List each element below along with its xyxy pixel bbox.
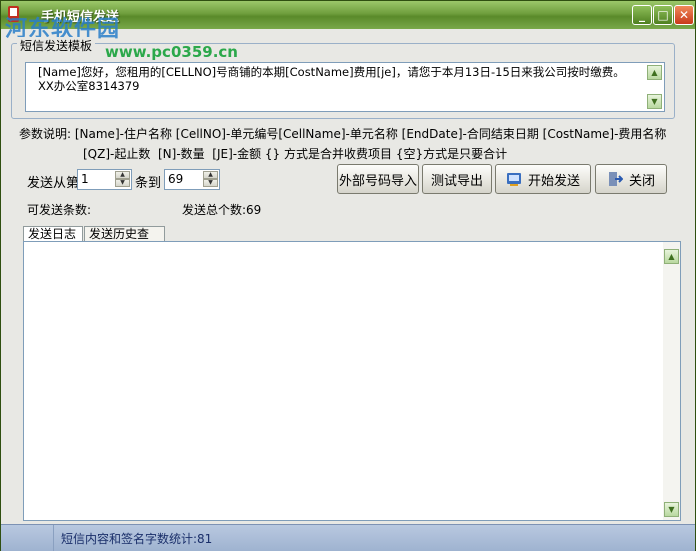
start-send-label: 开始发送 <box>527 173 580 189</box>
total-count: 发送总个数:69 <box>182 203 262 217</box>
from-stepper[interactable]: 1 ▲ ▼ <box>77 169 132 190</box>
title-bar[interactable]: 手机短信发送 河东软件园 _ □ ✕ <box>1 1 695 42</box>
exit-door-icon <box>608 172 623 186</box>
close-window-button[interactable]: ✕ <box>674 5 694 25</box>
status-cell-empty <box>1 525 54 551</box>
import-label: 外部号码导入 <box>338 173 417 189</box>
main-window: 手机短信发送 河东软件园 _ □ ✕ www.pc0359.cn 短信发送模板 … <box>0 0 696 551</box>
stepper-arrows-icon[interactable]: ▲ ▼ <box>115 171 130 188</box>
maximize-icon: □ <box>657 8 669 22</box>
from-value: 1 <box>81 172 89 186</box>
minimize-icon: _ <box>639 8 645 22</box>
template-group-label: 短信发送模板 <box>17 37 96 54</box>
close-button[interactable]: 关闭 <box>595 164 667 194</box>
template-text: [Name]您好，您租用的[CELLNO]号商铺的本期[CostName]费用[… <box>38 65 625 93</box>
template-textarea[interactable]: [Name]您好，您租用的[CELLNO]号商铺的本期[CostName]费用[… <box>25 62 665 112</box>
to-label: 条到 <box>135 176 162 191</box>
send-log-panel[interactable]: ▲ ▼ <box>23 241 681 521</box>
scroll-up-icon[interactable]: ▲ <box>647 65 662 80</box>
scroll-up-icon[interactable]: ▲ <box>664 249 679 264</box>
scroll-down-icon[interactable]: ▼ <box>664 502 679 517</box>
minimize-button[interactable]: _ <box>632 5 652 25</box>
send-icon <box>506 173 521 186</box>
log-scrollbar[interactable]: ▲ ▼ <box>663 242 680 520</box>
sendable-count: 可发送条数: <box>27 203 92 217</box>
status-bar: 短信内容和签名字数统计:81 <box>1 524 695 551</box>
test-export-button[interactable]: 测试导出 <box>422 164 492 194</box>
import-numbers-button[interactable]: 外部号码导入 <box>337 164 419 194</box>
to-value: 69 <box>168 172 184 186</box>
scroll-down-icon[interactable]: ▼ <box>647 94 662 109</box>
test-export-label: 测试导出 <box>430 173 483 189</box>
param-help-line1: 参数说明: [Name]-住户名称 [CellNO]-单元编号[CellName… <box>19 127 667 141</box>
status-text: 短信内容和签名字数统计:81 <box>61 532 213 546</box>
close-label: 关闭 <box>628 173 655 189</box>
start-send-button[interactable]: 开始发送 <box>495 164 591 194</box>
close-icon: ✕ <box>678 8 690 22</box>
to-stepper[interactable]: 69 ▲ ▼ <box>164 169 220 190</box>
maximize-button[interactable]: □ <box>653 5 673 25</box>
tab-label: 发送日志 <box>28 227 77 241</box>
param-help-line2: [QZ]-起止数 [N]-数量 [JE]-金额 {} 方式是合并收费项目 {空}… <box>83 147 508 161</box>
from-label: 发送从第 <box>27 176 80 191</box>
stepper-arrows-icon[interactable]: ▲ ▼ <box>203 171 218 188</box>
